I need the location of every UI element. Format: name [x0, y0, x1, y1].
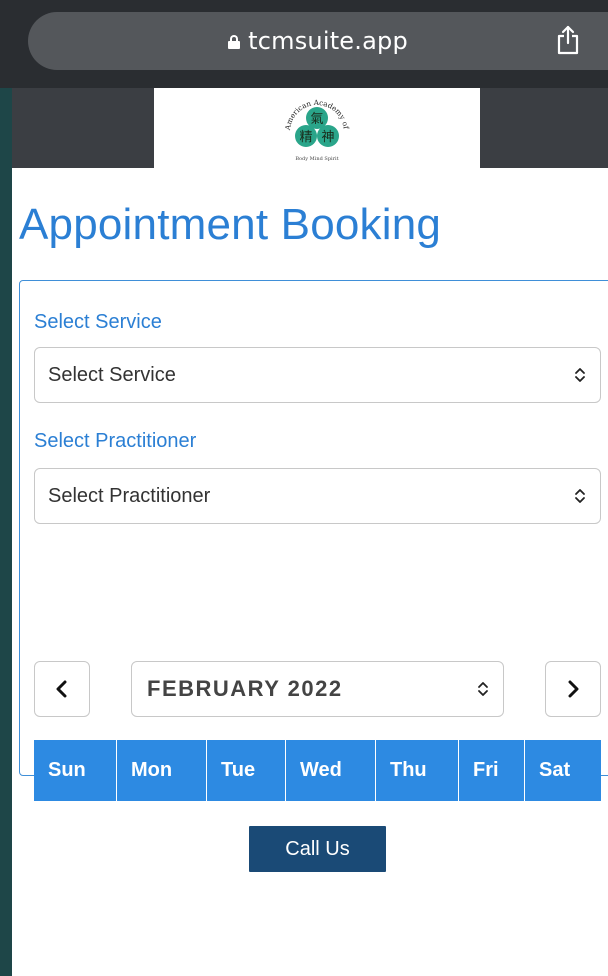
- service-label: Select Service: [34, 311, 162, 333]
- logo-container: American Academy of Health and Wellness …: [154, 88, 480, 168]
- weekday-mon: Mon: [117, 740, 207, 801]
- practitioner-label: Select Practitioner: [34, 430, 197, 452]
- next-month-button[interactable]: [545, 661, 601, 717]
- practitioner-select-value: Select Practitioner: [48, 485, 211, 507]
- select-arrows-icon: [478, 682, 488, 696]
- browser-toolbar: tcmsuite.app: [0, 0, 608, 88]
- service-select[interactable]: Select Service: [34, 347, 601, 403]
- url-text: tcmsuite.app: [248, 27, 408, 55]
- practitioner-select[interactable]: Select Practitioner: [34, 468, 601, 524]
- chevron-left-icon: [56, 680, 67, 698]
- share-icon[interactable]: [556, 25, 580, 55]
- logo-glyph-jing: 精: [299, 130, 312, 145]
- booking-form-card: Select Service Select Service Select Pra…: [19, 280, 608, 872]
- weekday-sat: Sat: [539, 759, 571, 781]
- logo-glyph-qi: 氣: [310, 112, 323, 127]
- weekday-header: Sun Mon Tue Wed Thu Fri Sat: [34, 740, 601, 801]
- weekday-sun: Sun: [34, 740, 117, 801]
- address-bar[interactable]: tcmsuite.app: [28, 12, 608, 70]
- prev-month-button[interactable]: [34, 661, 90, 717]
- academy-logo: American Academy of Health and Wellness …: [280, 92, 351, 162]
- service-select-value: Select Service: [48, 364, 176, 386]
- weekday-wed: Wed: [286, 740, 376, 801]
- booking-page: Appointment Booking Select Service Selec…: [12, 168, 608, 976]
- logo-glyph-shen: 神: [321, 130, 334, 145]
- lock-icon: [228, 35, 241, 49]
- chevron-right-icon: [568, 680, 579, 698]
- weekday-tue: Tue: [207, 740, 286, 801]
- site-header: American Academy of Health and Wellness …: [12, 88, 608, 168]
- select-arrows-icon: [575, 368, 585, 382]
- weekday-thu: Thu: [376, 740, 459, 801]
- select-arrows-icon: [575, 489, 585, 503]
- month-select-value: FEBRUARY 2022: [147, 676, 343, 701]
- address-content: tcmsuite.app: [28, 12, 608, 70]
- month-select[interactable]: FEBRUARY 2022: [131, 661, 504, 717]
- page-title: Appointment Booking: [19, 200, 442, 249]
- logo-tagline: Body Mind Spirit: [295, 156, 338, 162]
- call-us-button[interactable]: Call Us: [249, 826, 386, 872]
- weekday-fri: Fri: [459, 740, 525, 801]
